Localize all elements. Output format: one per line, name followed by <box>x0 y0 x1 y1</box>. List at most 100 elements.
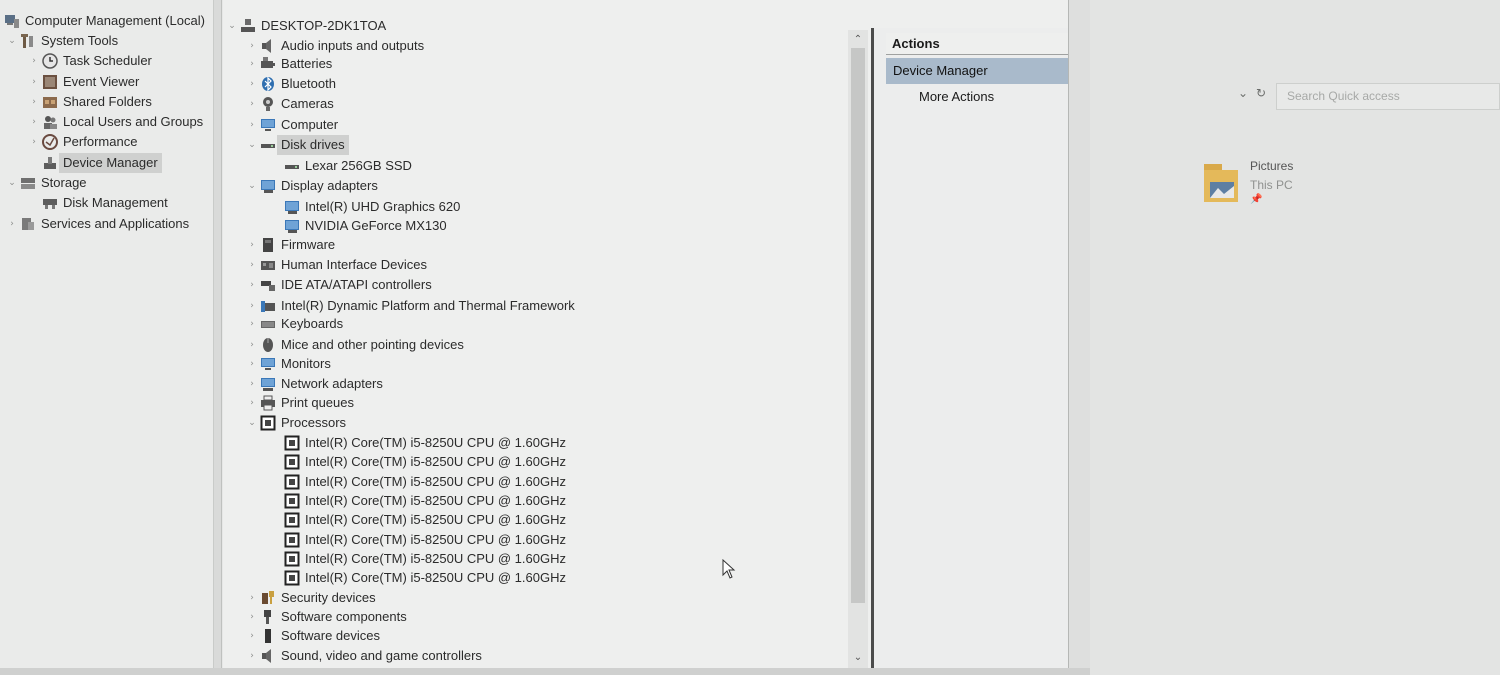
nav-item-storage[interactable]: ⌄ Storage <box>6 173 86 193</box>
device-tree-item[interactable]: › Computer <box>246 115 338 135</box>
chevron-down-icon[interactable]: ⌄ <box>246 413 258 433</box>
device-tree-item[interactable]: › Audio inputs and outputs <box>246 36 424 56</box>
chevron-right-icon[interactable]: › <box>246 255 258 275</box>
device-tree-item[interactable]: Intel(R) UHD Graphics 620 <box>282 197 460 217</box>
chevron-right-icon[interactable]: › <box>246 115 258 135</box>
chevron-down-icon[interactable]: ⌄ <box>1238 86 1248 100</box>
display-adapter-icon <box>260 178 276 194</box>
device-tree-item[interactable]: Lexar 256GB SSD <box>282 156 412 176</box>
chevron-right-icon[interactable]: › <box>246 393 258 413</box>
device-tree-item[interactable]: ⌄ Display adapters <box>246 176 378 196</box>
nav-item-services-and-applications[interactable]: › Services and Applications <box>6 214 189 234</box>
chevron-right-icon[interactable]: › <box>28 72 40 92</box>
device-tree-item[interactable]: › Mice and other pointing devices <box>246 335 464 355</box>
chevron-right-icon[interactable]: › <box>246 314 258 334</box>
nav-item-shared-folders[interactable]: › Shared Folders <box>28 92 152 112</box>
nav-item-local-users-and-groups[interactable]: › Local Users and Groups <box>28 112 203 132</box>
device-tree-item[interactable]: Intel(R) Core(TM) i5-8250U CPU @ 1.60GHz <box>282 549 566 569</box>
device-tree-item[interactable]: › Monitors <box>246 354 331 374</box>
device-tree-item[interactable]: › Network adapters <box>246 374 383 394</box>
chevron-right-icon[interactable]: › <box>28 132 40 152</box>
scroll-down-arrow-icon[interactable]: ⌄ <box>848 652 868 663</box>
device-tree-root-label: DESKTOP-2DK1TOA <box>261 18 387 33</box>
nav-item-label: Performance <box>63 134 138 149</box>
device-tree-item[interactable]: › Sound, video and game controllers <box>246 646 482 666</box>
chevron-right-icon[interactable]: › <box>246 54 258 74</box>
processor-icon <box>284 570 300 586</box>
nav-item-label: Event Viewer <box>63 74 140 89</box>
refresh-icon[interactable]: ↻ <box>1256 86 1266 100</box>
chevron-right-icon[interactable]: › <box>28 51 40 71</box>
chevron-right-icon[interactable]: › <box>246 275 258 295</box>
device-tree-item-label: Intel(R) Core(TM) i5-8250U CPU @ 1.60GHz <box>305 474 566 489</box>
device-tree-item[interactable]: Intel(R) Core(TM) i5-8250U CPU @ 1.60GHz <box>282 491 566 511</box>
device-tree-item[interactable]: › Keyboards <box>246 314 343 334</box>
search-input[interactable]: Search Quick access <box>1276 83 1500 110</box>
chevron-right-icon[interactable]: › <box>246 335 258 355</box>
device-tree-item[interactable]: › Print queues <box>246 393 354 413</box>
chevron-right-icon[interactable]: › <box>28 112 40 132</box>
more-actions-item[interactable]: More Actions ▶ <box>886 86 1086 108</box>
chevron-down-icon[interactable]: ⌄ <box>246 135 258 155</box>
device-tree-item[interactable]: Intel(R) Core(TM) i5-8250U CPU @ 1.60GHz <box>282 530 566 550</box>
chevron-right-icon[interactable]: › <box>246 607 258 627</box>
chevron-down-icon[interactable]: ⌄ <box>226 16 238 36</box>
device-tree-item[interactable]: › Cameras <box>246 94 334 114</box>
camera-icon <box>260 96 276 112</box>
device-tree-item-label: Network adapters <box>281 376 383 391</box>
computer-icon <box>240 18 256 34</box>
nav-item-disk-management[interactable]: Disk Management <box>40 193 168 213</box>
chevron-right-icon[interactable]: › <box>246 646 258 666</box>
device-tree-item[interactable]: Intel(R) Core(TM) i5-8250U CPU @ 1.60GHz <box>282 472 566 492</box>
nav-item-computer-management[interactable]: Computer Management (Local) <box>2 11 205 31</box>
device-tree-item-label: Audio inputs and outputs <box>281 38 425 53</box>
device-tree-item[interactable]: › Bluetooth <box>246 74 336 94</box>
chevron-right-icon[interactable]: › <box>246 74 258 94</box>
pictures-folder-icon[interactable] <box>1202 160 1240 204</box>
device-tree-item[interactable]: › Security devices <box>246 588 375 608</box>
device-tree-item[interactable]: Intel(R) Core(TM) i5-8250U CPU @ 1.60GHz <box>282 568 566 588</box>
processor-icon <box>284 454 300 470</box>
device-tree-item[interactable]: ⌄ Disk drives <box>246 135 349 155</box>
device-tree-item[interactable]: › Intel(R) Dynamic Platform and Thermal F… <box>246 296 575 316</box>
device-tree-item[interactable]: › Firmware <box>246 235 335 255</box>
chevron-right-icon[interactable]: › <box>246 374 258 394</box>
chevron-right-icon[interactable]: › <box>246 235 258 255</box>
chevron-right-icon[interactable]: › <box>6 214 18 234</box>
chevron-right-icon[interactable]: › <box>246 94 258 114</box>
nav-item-system-tools[interactable]: ⌄ System Tools <box>6 31 118 51</box>
actions-pane <box>874 28 1074 675</box>
device-tree-item-label: Software devices <box>281 628 380 643</box>
device-tree-item[interactable]: NVIDIA GeForce MX130 <box>282 216 447 236</box>
chevron-right-icon[interactable]: › <box>246 588 258 608</box>
chevron-right-icon[interactable]: › <box>246 36 258 56</box>
device-tree-item[interactable]: ⌄ Processors <box>246 413 346 433</box>
chevron-down-icon[interactable]: ⌄ <box>6 173 18 193</box>
nav-item-device-manager[interactable]: Device Manager <box>40 153 162 173</box>
device-tree-item-label: Intel(R) Core(TM) i5-8250U CPU @ 1.60GHz <box>305 532 566 547</box>
actions-section-label: Device Manager <box>893 63 988 78</box>
chevron-right-icon[interactable]: › <box>246 296 258 316</box>
chevron-down-icon[interactable]: ⌄ <box>246 176 258 196</box>
device-tree-item[interactable]: Intel(R) Core(TM) i5-8250U CPU @ 1.60GHz <box>282 452 566 472</box>
device-tree-item[interactable]: › Software components <box>246 607 407 627</box>
actions-device-manager-section[interactable]: Device Manager ▲ <box>886 58 1086 84</box>
scroll-up-arrow-icon[interactable]: ⌃ <box>848 34 868 45</box>
device-tree-item[interactable]: Intel(R) Core(TM) i5-8250U CPU @ 1.60GHz <box>282 510 566 530</box>
chevron-right-icon[interactable]: › <box>28 92 40 112</box>
chevron-down-icon[interactable]: ⌄ <box>6 31 18 51</box>
nav-item-performance[interactable]: › Performance <box>28 132 137 152</box>
nav-item-task-scheduler[interactable]: › Task Scheduler <box>28 51 152 71</box>
device-tree-item[interactable]: › Batteries <box>246 54 332 74</box>
device-tree-root[interactable]: ⌄ DESKTOP-2DK1TOA <box>226 16 386 36</box>
device-tree-item[interactable]: Intel(R) Core(TM) i5-8250U CPU @ 1.60GHz <box>282 433 566 453</box>
scrollbar-thumb[interactable] <box>851 48 865 603</box>
device-tree-item-label: Mice and other pointing devices <box>281 337 464 352</box>
chevron-right-icon[interactable]: › <box>246 626 258 646</box>
device-tree-item[interactable]: › Software devices <box>246 626 380 646</box>
device-tree-item[interactable]: › Human Interface Devices <box>246 255 427 275</box>
nav-item-event-viewer[interactable]: › Event Viewer <box>28 72 139 92</box>
folder-name[interactable]: Pictures <box>1250 159 1293 173</box>
chevron-right-icon[interactable]: › <box>246 354 258 374</box>
device-tree-item[interactable]: › IDE ATA/ATAPI controllers <box>246 275 432 295</box>
